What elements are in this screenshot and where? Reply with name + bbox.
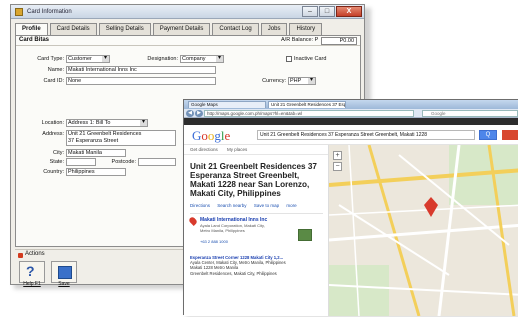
divider (190, 213, 323, 214)
country-label: Country: (43, 169, 64, 175)
browser-search-input[interactable]: Google (422, 110, 518, 117)
secondary-result-line: Greenbelt Residences, Makati City, Phili… (190, 270, 277, 276)
postcode-label: Postcode: (111, 159, 136, 165)
browser-window: Google Maps Unit 21 Greenbelt Residences… (183, 99, 518, 316)
back-arrow-icon[interactable]: ◀ (186, 110, 194, 117)
designation-label: Designation: (147, 56, 178, 62)
currency-select[interactable]: PHP (288, 77, 316, 85)
place-desc-line: Metro Manila, Philippines (200, 228, 245, 233)
save-button[interactable] (51, 261, 77, 283)
city-field[interactable]: Makati Manila (66, 149, 126, 157)
more-link[interactable]: more (286, 203, 296, 208)
my-places-link[interactable]: My places (227, 147, 247, 152)
result-title-line: Makati City, Philippines (190, 189, 281, 198)
panel-header: Card Bitas A/R Balance: P P0.00 (16, 36, 360, 46)
map-pin-icon (188, 216, 198, 226)
url-input[interactable]: http://maps.google.com.ph/maps?hl=en&tab… (204, 110, 414, 117)
name-label: Name: (47, 67, 64, 73)
forward-arrow-icon[interactable]: ▶ (195, 110, 203, 117)
save-button-label: Save (58, 281, 70, 287)
pane-tools: Get directions My places (184, 145, 328, 155)
address-line-2: 37 Esperanza Street (68, 138, 119, 144)
postcode-field[interactable] (138, 158, 176, 166)
google-header: Google Unit 21 Greenbelt Residences 37 E… (184, 125, 518, 145)
help-button-label: Help F1 (23, 281, 41, 287)
address-label: Address: (42, 131, 64, 137)
card-id-field[interactable]: None (66, 77, 216, 85)
result-title-line: Unit 21 Greenbelt Residences 37 (190, 162, 317, 171)
browser-address-bar: ◀ ▶ http://maps.google.com.ph/maps?hl=en… (184, 109, 518, 118)
map-area[interactable]: + − (329, 145, 518, 316)
tab-jobs[interactable]: Jobs (260, 23, 288, 35)
result-title-line: Makati 1228 near San Lorenzo, (190, 180, 310, 189)
inactive-card-label: Inactive Card (294, 56, 327, 62)
ar-balance-label: A/R Balance: P (281, 37, 319, 43)
zoom-out-button[interactable]: − (333, 162, 342, 171)
floppy-disk-icon (58, 266, 72, 279)
street-view-thumbnail[interactable] (298, 229, 312, 241)
browser-tab-google-maps[interactable]: Google Maps (188, 101, 266, 108)
browser-tab-address[interactable]: Unit 21 Greenbelt Residences 37 Espe... (268, 101, 346, 108)
location-select[interactable]: Address 1: Bill To (66, 119, 148, 127)
tab-card-details[interactable]: Card Details (49, 23, 97, 35)
zoom-in-button[interactable]: + (333, 151, 342, 160)
tab-selling-details[interactable]: Selling Details (98, 23, 151, 35)
search-button[interactable]: Q (479, 130, 497, 140)
ar-balance-value: P0.00 (321, 37, 357, 45)
card-id-label: Card ID: (43, 78, 64, 84)
card-window-titlebar[interactable]: Card Information – □ X (11, 5, 364, 19)
result-title-line: Esperanza Street Greenbelt, (190, 171, 300, 180)
city-label: City: (53, 150, 64, 156)
card-type-select[interactable]: Customer (66, 55, 110, 63)
country-field[interactable]: Philippines (66, 168, 126, 176)
state-label: State: (49, 159, 64, 165)
browser-tab-strip: Google Maps Unit 21 Greenbelt Residences… (184, 100, 518, 109)
inactive-card-checkbox[interactable] (286, 56, 292, 62)
tab-history[interactable]: History (289, 23, 323, 35)
address-line-1: Unit 21 Greenbelt Residences (68, 131, 142, 137)
get-directions-link[interactable]: Get directions (190, 147, 218, 152)
results-pane: Get directions My places Unit 21 Greenbe… (184, 145, 329, 316)
google-logo[interactable]: Google (192, 128, 230, 144)
search-icon: Q (485, 132, 491, 138)
location-label: Location: (41, 120, 64, 126)
directions-link[interactable]: Directions (190, 203, 210, 208)
card-type-label: Card Type: (37, 56, 64, 62)
maps-search-input[interactable]: Unit 21 Greenbelt Residences 37 Esperanz… (257, 130, 475, 140)
designation-select[interactable]: Company (180, 55, 224, 63)
app-icon (15, 7, 23, 16)
currency-label: Currency: (262, 78, 286, 84)
maximize-button[interactable]: □ (319, 6, 335, 17)
help-button[interactable]: ? (19, 261, 45, 283)
sign-in-button[interactable] (502, 130, 518, 140)
google-black-bar (184, 118, 518, 125)
minimize-button[interactable]: – (302, 6, 318, 17)
tab-contact-log[interactable]: Contact Log (212, 23, 259, 35)
search-nearby-link[interactable]: Search nearby (217, 203, 246, 208)
result-links: Directions Search nearby Save to map mor… (190, 203, 303, 208)
close-button[interactable]: X (336, 6, 362, 17)
card-window-title: Card Information (27, 8, 72, 15)
actions-icon (18, 253, 23, 258)
map-canvas[interactable] (329, 145, 518, 316)
place-phone: +63 2 888 1000 (200, 239, 228, 244)
tab-payment-details[interactable]: Payment Details (152, 23, 211, 35)
save-to-map-link[interactable]: Save to map (254, 203, 279, 208)
section-title: Card Bitas (19, 37, 50, 43)
result-title: Unit 21 Greenbelt Residences 37 Esperanz… (190, 162, 325, 198)
place-description: Ayala Land Corporation, Makati City, Met… (200, 223, 290, 233)
question-mark-icon: ? (26, 263, 35, 279)
secondary-result: Esperanza Street Corner 1228 Makati City… (190, 255, 325, 276)
address-field[interactable]: Unit 21 Greenbelt Residences 37 Esperanz… (66, 130, 176, 146)
actions-label: Actions (25, 251, 45, 257)
name-field[interactable]: Makati International Inns Inc (66, 66, 216, 74)
